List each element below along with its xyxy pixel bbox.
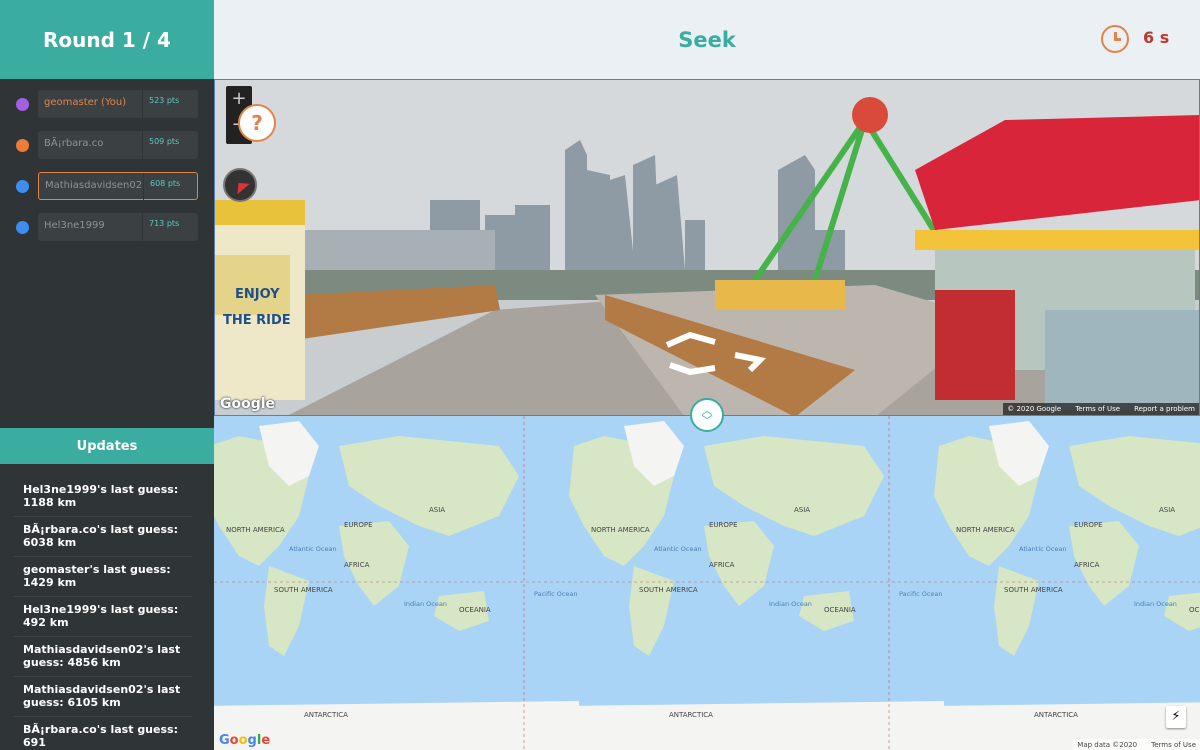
player-card[interactable]: geomaster (You) 523 pts <box>38 90 198 118</box>
player-name: geomaster (You) <box>44 97 127 108</box>
divider <box>142 131 143 159</box>
player-points: 608 pts <box>150 179 181 188</box>
street-view-panorama[interactable]: ENJOY THE RIDE + − ? Google © 2020 Googl… <box>214 79 1200 416</box>
player-list: geomaster (You) 523 pts BÃ¡rbara.co 509 pts… <box>0 79 214 428</box>
player-points: 713 pts <box>149 219 180 228</box>
game-screen: Round 1 / 4 geomaster (You) 523 pts BÃ¡rba… <box>0 0 1200 750</box>
round-indicator: Round 1 / 4 <box>0 0 214 79</box>
help-button[interactable]: ? <box>238 104 276 142</box>
continent-label: NORTH AMERICA <box>956 526 1015 534</box>
terms-link[interactable]: Terms of Use <box>1075 405 1120 413</box>
continent-label: SOUTH AMERICA <box>1004 586 1063 594</box>
updates-feed[interactable]: Hel3ne1999's last guess: 1188 km BÃ¡rbara… <box>0 464 214 750</box>
player-color-dot <box>16 180 29 193</box>
countdown-timer: 6 s <box>1143 28 1170 47</box>
continent-label: ANTARCTICA <box>669 711 713 719</box>
continent-label: AFRICA <box>344 561 370 569</box>
phase-title: Seek <box>678 27 736 52</box>
continent-label: EUROPE <box>344 521 373 529</box>
divider <box>143 173 144 201</box>
top-bar: Seek 6 s <box>214 0 1200 79</box>
player-color-dot <box>16 139 29 152</box>
ocean-label: Atlantic Ocean <box>1019 545 1067 553</box>
continent-label: EUROPE <box>1074 521 1103 529</box>
update-divider <box>14 516 192 517</box>
report-link[interactable]: Report a problem <box>1134 405 1195 413</box>
ocean-label: Indian Ocean <box>1134 600 1177 608</box>
street-view-image: ENJOY THE RIDE <box>215 80 1199 415</box>
google-logo-map: Google <box>219 733 271 748</box>
continent-label: ASIA <box>429 506 446 514</box>
ocean-label: Indian Ocean <box>404 600 447 608</box>
update-item: BÃ¡rbara.co's last guess: 691 <box>23 723 178 749</box>
player-color-dot <box>16 98 29 111</box>
continent-label: AFRICA <box>1074 561 1100 569</box>
continent-label: NORTH AMERICA <box>591 526 650 534</box>
continent-label: EUROPE <box>709 521 738 529</box>
sign-text-2: THE RIDE <box>223 313 291 328</box>
update-item: geomaster's last guess: 1429 km <box>23 563 171 589</box>
map-data-text: Map data ©2020 <box>1077 740 1138 749</box>
ocean-label: Indian Ocean <box>769 600 812 608</box>
player-name: Hel3ne1999 <box>44 220 105 231</box>
player-points: 523 pts <box>149 96 180 105</box>
player-card[interactable]: BÃ¡rbara.co 509 pts <box>38 131 198 159</box>
player-row[interactable]: Hel3ne1999 713 pts <box>0 213 214 243</box>
sign-text-1: ENJOY <box>235 287 280 302</box>
continent-label: SOUTH AMERICA <box>274 586 333 594</box>
map-terms-link[interactable]: Terms of Use <box>1151 741 1196 749</box>
continent-label: AFRICA <box>709 561 735 569</box>
continent-label: SOUTH AMERICA <box>639 586 698 594</box>
update-item: Hel3ne1999's last guess: 492 km <box>23 603 179 629</box>
continent-label: NORTH AMERICA <box>226 526 285 534</box>
continent-label: ANTARCTICA <box>304 711 348 719</box>
world-map <box>214 416 1200 750</box>
updates-header: Updates <box>0 428 214 464</box>
guess-map[interactable]: NORTH AMERICA EUROPE ASIA AFRICA SOUTH AMERI… <box>214 416 1200 750</box>
player-color-dot <box>16 221 29 234</box>
continent-label: ANTARCTICA <box>1034 711 1078 719</box>
update-divider <box>14 676 192 677</box>
divider <box>142 90 143 118</box>
ocean-label: Atlantic Ocean <box>289 545 337 553</box>
update-divider <box>14 596 192 597</box>
chevron-down-icon: ﹀ <box>701 414 713 427</box>
compass-icon[interactable] <box>223 168 257 202</box>
update-divider <box>14 636 192 637</box>
update-item: Mathiasdavidsen02's last guess: 4856 km <box>23 643 181 669</box>
continent-label: OCEANIA <box>824 606 856 614</box>
clock-icon <box>1101 25 1129 53</box>
continent-label: ASIA <box>794 506 811 514</box>
update-item: Hel3ne1999's last guess: 1188 km <box>23 483 179 509</box>
ocean-label: Pacific Ocean <box>534 590 578 598</box>
update-divider <box>14 556 192 557</box>
ocean-label: Pacific Ocean <box>899 590 943 598</box>
player-card[interactable]: Mathiasdavidsen02 608 pts <box>38 172 198 201</box>
player-name: BÃ¡rbara.co <box>44 138 104 149</box>
update-item: BÃ¡rbara.co's last guess: 6038 km <box>23 523 178 549</box>
update-divider <box>14 716 192 717</box>
continent-label: ASIA <box>1159 506 1176 514</box>
player-row[interactable]: Mathiasdavidsen02 608 pts <box>0 172 214 202</box>
player-row[interactable]: geomaster (You) 523 pts <box>0 90 214 120</box>
player-name: Mathiasdavidsen02 <box>45 180 143 191</box>
copyright-text: © 2020 Google <box>1007 405 1062 413</box>
map-footer: Map data ©2020 Terms of Use <box>1073 739 1200 750</box>
expand-toggle-button[interactable]: ︿ ﹀ <box>690 398 724 432</box>
player-card[interactable]: Hel3ne1999 713 pts <box>38 213 198 241</box>
divider <box>142 213 143 241</box>
street-view-footer: © 2020 Google Terms of Use Report a prob… <box>1003 403 1199 415</box>
continent-label: OCEANIA <box>1189 606 1200 614</box>
ocean-label: Atlantic Ocean <box>654 545 702 553</box>
update-item: Mathiasdavidsen02's last guess: 6105 km <box>23 683 181 709</box>
player-row[interactable]: BÃ¡rbara.co 509 pts <box>0 131 214 161</box>
player-points: 509 pts <box>149 137 180 146</box>
continent-label: OCEANIA <box>459 606 491 614</box>
google-logo: Google <box>220 396 276 412</box>
lightning-icon[interactable]: ⚡ <box>1166 706 1186 728</box>
